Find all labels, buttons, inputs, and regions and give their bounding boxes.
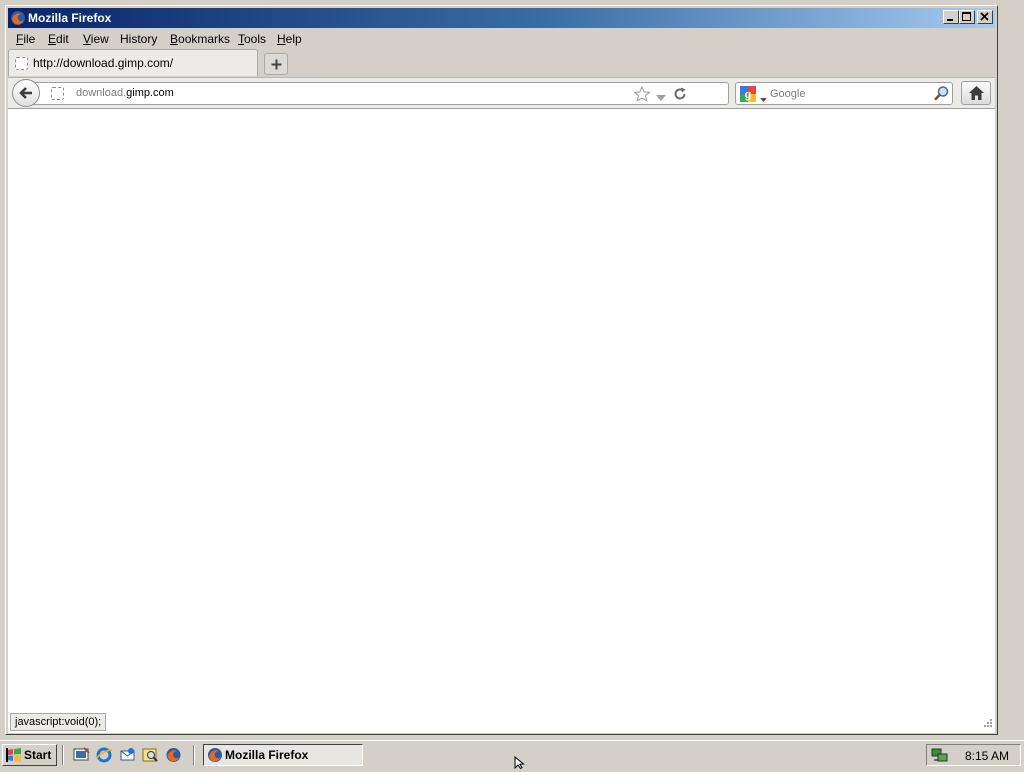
new-tab-button[interactable]: [264, 53, 288, 75]
url-text[interactable]: download.gimp.com: [76, 87, 174, 99]
clock: 8:15 AM: [965, 749, 1010, 763]
tab-label: http://download.gimp.com/: [33, 56, 174, 70]
network-icon[interactable]: [931, 747, 949, 766]
menu-bar: File Edit View History Bookmarks Tools H…: [8, 29, 995, 49]
plus-icon: [271, 59, 282, 70]
menu-tools[interactable]: Tools: [238, 32, 266, 46]
firefox-icon: [10, 10, 26, 29]
search-bar: g: [735, 82, 953, 105]
url-bar[interactable]: download.gimp.com: [32, 82, 729, 105]
taskbar-separator: [193, 745, 195, 765]
taskbar-button-firefox[interactable]: Mozilla Firefox: [203, 744, 363, 766]
start-label: Start: [24, 748, 52, 762]
tab-strip: http://download.gimp.com/: [8, 49, 995, 77]
windows-logo-icon: [6, 748, 22, 765]
system-tray: 8:15 AM: [926, 744, 1021, 766]
back-button[interactable]: [12, 79, 40, 107]
history-dropdown-icon[interactable]: [656, 90, 666, 104]
bookmark-star-icon[interactable]: [633, 85, 651, 105]
start-button[interactable]: Start: [2, 744, 57, 766]
maximize-button[interactable]: [959, 10, 975, 24]
firefox-window: Mozilla Firefox File Edit View History B…: [5, 5, 998, 735]
home-button[interactable]: [961, 81, 991, 105]
google-engine-icon[interactable]: g: [740, 86, 756, 105]
home-icon: [969, 86, 984, 100]
resize-grip-icon[interactable]: [983, 717, 993, 731]
minimize-button[interactable]: [943, 10, 959, 24]
firefox-quicklaunch-icon[interactable]: [165, 747, 182, 766]
outlook-express-icon[interactable]: [119, 747, 136, 766]
taskbar: Start Mozilla Firefox 8:15 AM: [0, 740, 1024, 769]
menu-help[interactable]: Help: [277, 32, 302, 46]
navigation-toolbar: download.gimp.com g: [8, 77, 995, 109]
close-button[interactable]: [977, 10, 993, 24]
menu-edit[interactable]: Edit: [48, 32, 69, 46]
search-explorer-icon[interactable]: [142, 747, 159, 766]
taskbar-separator: [62, 745, 64, 765]
back-arrow-icon: [19, 87, 32, 99]
mouse-cursor-icon: [514, 755, 526, 772]
page-content[interactable]: javascript:void(0);: [8, 109, 995, 733]
menu-bookmarks[interactable]: Bookmarks: [170, 32, 230, 46]
page-icon: [15, 57, 28, 70]
show-desktop-icon[interactable]: [73, 747, 90, 766]
menu-file[interactable]: File: [16, 32, 35, 46]
menu-history[interactable]: History: [120, 32, 157, 46]
site-identity-icon[interactable]: [51, 87, 64, 100]
taskbar-button-label: Mozilla Firefox: [225, 748, 309, 762]
search-input[interactable]: [770, 85, 925, 102]
svg-text:g: g: [745, 89, 752, 101]
status-panel: javascript:void(0);: [10, 713, 107, 731]
title-bar[interactable]: Mozilla Firefox: [8, 8, 995, 28]
firefox-icon: [207, 747, 223, 766]
window-title: Mozilla Firefox: [28, 11, 112, 25]
engine-dropdown-icon[interactable]: [760, 91, 767, 105]
reload-icon[interactable]: [672, 86, 688, 105]
tab-download-gimp[interactable]: http://download.gimp.com/: [8, 49, 258, 76]
menu-view[interactable]: View: [83, 32, 109, 46]
search-icon[interactable]: [933, 85, 950, 105]
internet-explorer-icon[interactable]: [96, 747, 113, 766]
